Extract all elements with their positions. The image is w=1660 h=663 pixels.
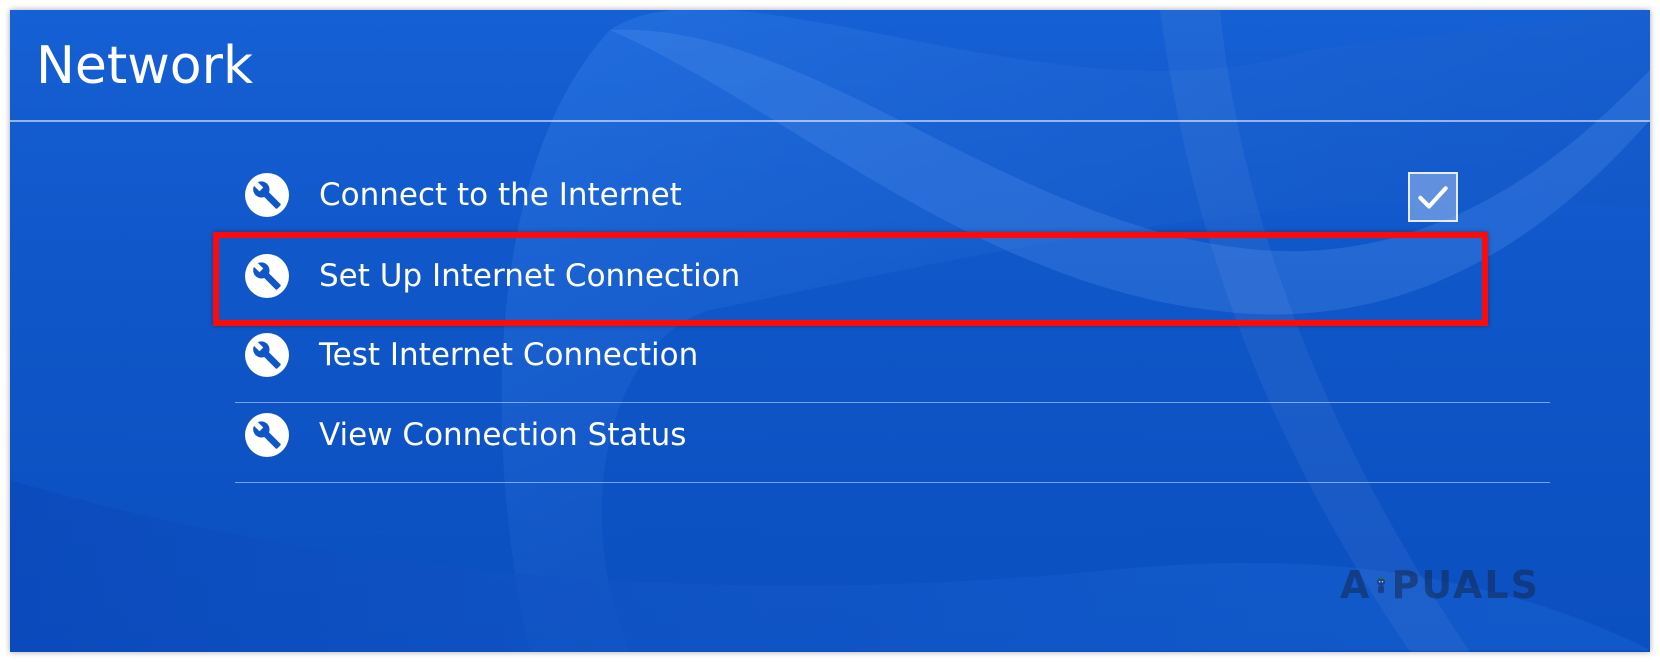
mascot-icon [1377, 577, 1386, 594]
appuals-watermark: A PUALS [1340, 555, 1540, 615]
header-divider [10, 120, 1650, 122]
menu-item-test-internet-connection[interactable]: Test Internet Connection [225, 315, 1565, 395]
wrench-icon [245, 254, 289, 298]
network-settings-screen: Network Connect to the Internet Set Up I… [10, 10, 1650, 652]
checkmark-icon [1418, 186, 1448, 209]
menu-item-view-connection-status[interactable]: View Connection Status [225, 395, 1565, 475]
row-divider [235, 482, 1550, 483]
menu-item-label: View Connection Status [319, 417, 687, 453]
page-title: Network [36, 36, 254, 96]
wrench-icon [245, 333, 289, 377]
menu-item-label: Set Up Internet Connection [319, 258, 741, 294]
menu-item-label: Connect to the Internet [319, 177, 682, 213]
watermark-suffix: PUALS [1391, 563, 1540, 607]
watermark-prefix: A [1340, 563, 1372, 607]
menu-item-label: Test Internet Connection [319, 337, 699, 373]
wrench-icon [245, 413, 289, 457]
menu-item-set-up-internet-connection[interactable]: Set Up Internet Connection [225, 236, 1565, 316]
connected-checkbox[interactable] [1408, 172, 1458, 222]
wrench-icon [245, 173, 289, 217]
menu-item-connect-to-internet[interactable]: Connect to the Internet [225, 155, 1565, 235]
